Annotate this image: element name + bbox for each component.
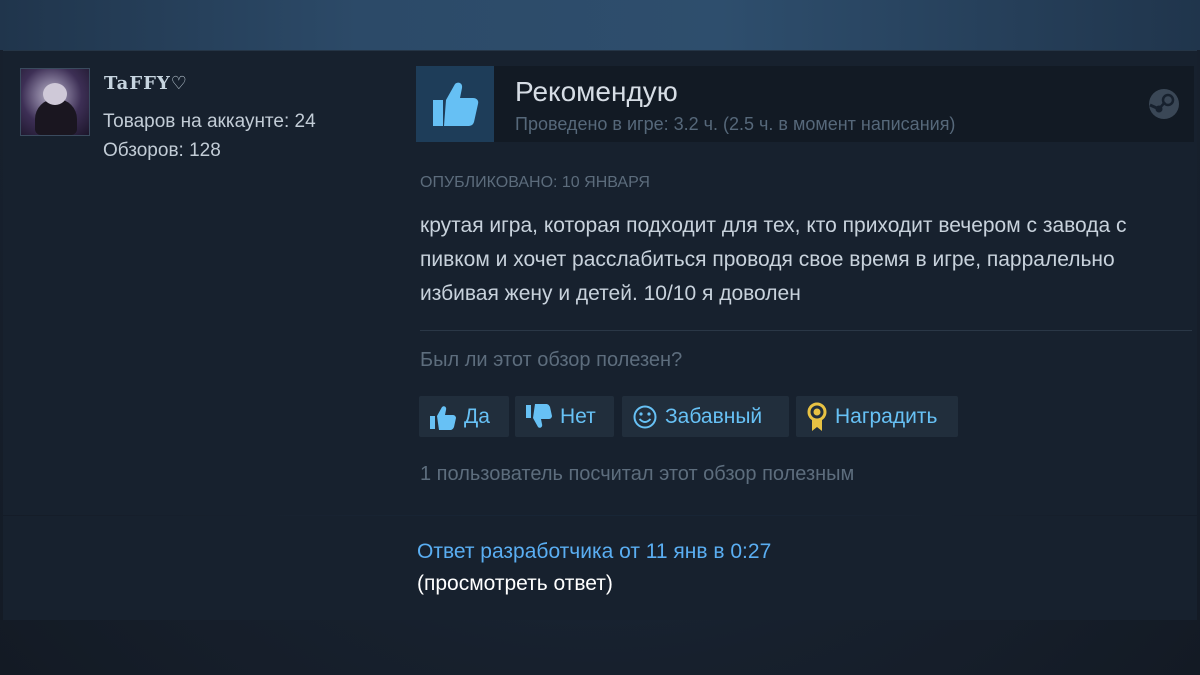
award-label: Наградить bbox=[835, 404, 938, 428]
award-button[interactable]: Наградить bbox=[796, 396, 958, 437]
helpful-no-button[interactable]: Нет bbox=[515, 396, 614, 437]
helpful-yes-label: Да bbox=[464, 404, 490, 428]
helpful-yes-button[interactable]: Да bbox=[419, 396, 509, 437]
thumbs-down-icon bbox=[525, 403, 553, 430]
page-header-strip bbox=[0, 0, 1200, 50]
avatar[interactable] bbox=[20, 68, 90, 136]
funny-button[interactable]: Забавный bbox=[622, 396, 789, 437]
avatar-face bbox=[43, 83, 67, 105]
review-verdict: Рекомендую bbox=[515, 76, 678, 107]
review-verdict-header[interactable]: Рекомендую Проведено в игре: 3.2 ч. (2.5… bbox=[416, 66, 1194, 142]
developer-response-card: Ответ разработчика от 11 янв в 0:27 (про… bbox=[3, 516, 1197, 620]
funny-label: Забавный bbox=[665, 404, 763, 428]
helpful-question: Был ли этот обзор полезен? bbox=[420, 349, 683, 371]
steam-icon bbox=[1148, 88, 1180, 120]
author-name[interactable]: TaFFY♡ bbox=[104, 73, 188, 94]
review-card: TaFFY♡ Товаров на аккаунте: 24 Обзоров: … bbox=[3, 50, 1197, 515]
review-posted-date: Опубликовано: 10 января bbox=[420, 174, 650, 191]
helpful-no-label: Нет bbox=[560, 404, 596, 428]
review-text: крутая игра, которая подходит для тех, к… bbox=[420, 214, 1127, 305]
smiley-icon bbox=[632, 404, 658, 430]
view-response-link[interactable]: (просмотреть ответ) bbox=[417, 572, 613, 596]
divider bbox=[420, 330, 1192, 331]
developer-response-link[interactable]: Ответ разработчика от 11 янв в 0:27 bbox=[417, 540, 771, 564]
thumbs-up-icon bbox=[429, 404, 457, 430]
thumbs-up-icon bbox=[416, 66, 494, 142]
award-medal-icon bbox=[806, 402, 828, 432]
review-playtime: Проведено в игре: 3.2 ч. (2.5 ч. в момен… bbox=[515, 114, 956, 134]
author-reviews-count[interactable]: Обзоров: 128 bbox=[103, 140, 221, 162]
helpful-count: 1 пользователь посчитал этот обзор полез… bbox=[420, 463, 855, 485]
author-products-count[interactable]: Товаров на аккаунте: 24 bbox=[103, 111, 316, 133]
